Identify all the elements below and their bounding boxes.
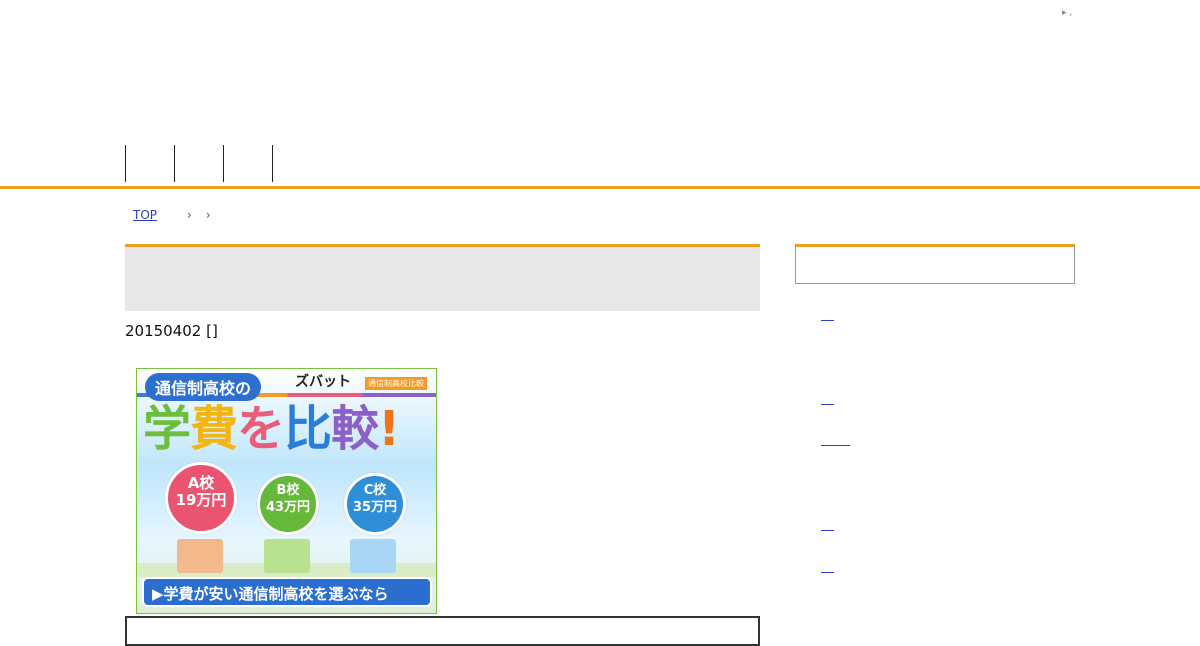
sidebar-link[interactable] xyxy=(821,404,834,405)
bubble-amount: 43万円 xyxy=(265,500,311,515)
headline-char: 学 xyxy=(143,401,191,457)
top-marker: ▸ , xyxy=(1062,8,1073,18)
headline-char: 較 xyxy=(331,401,379,457)
bubble-school: A校 xyxy=(187,474,215,492)
breadcrumb-separator: › xyxy=(205,208,211,222)
bubble-school: B校 xyxy=(276,483,300,498)
ad-banner[interactable]: 通信制高校の ズバット 通信制高校比較 学費を比較! A校 19万円 B校 43… xyxy=(136,368,437,614)
article-date: 20150402 [] xyxy=(125,322,218,340)
price-bubble-a: A校 19万円 xyxy=(165,462,237,534)
banner-cta-button[interactable]: ▶学費が安い通信制高校を選ぶなら xyxy=(142,577,432,607)
headline-char: ! xyxy=(378,401,400,457)
banner-headline: 学費を比較! xyxy=(143,401,400,457)
breadcrumb-home-link[interactable]: TOP xyxy=(125,208,177,222)
breadcrumb-separator: › xyxy=(187,208,192,222)
bubble-amount: 19万円 xyxy=(175,491,227,509)
school-building-icon xyxy=(264,539,310,573)
sidebar-link[interactable] xyxy=(821,530,834,531)
headline-char: を xyxy=(237,401,285,457)
headline-char: 費 xyxy=(190,401,238,457)
nav-item-1[interactable] xyxy=(125,145,174,182)
article-title-box xyxy=(125,244,760,311)
headline-char: 比 xyxy=(284,401,332,457)
price-bubble-c: C校 35万円 xyxy=(344,473,406,535)
sidebar-link[interactable] xyxy=(821,572,834,573)
nav-item-3[interactable] xyxy=(223,145,272,182)
breadcrumb: TOP › › xyxy=(125,208,215,222)
content-box xyxy=(125,616,760,646)
school-building-icon xyxy=(177,539,223,573)
header-divider xyxy=(0,186,1200,189)
sidebar-link[interactable] xyxy=(821,445,850,446)
banner-pill: 通信制高校の xyxy=(145,373,262,401)
sidebar-link[interactable] xyxy=(821,320,834,321)
bubble-amount: 35万円 xyxy=(352,500,398,515)
nav-item-2[interactable] xyxy=(174,145,223,182)
nav-divider xyxy=(272,145,273,182)
price-bubble-b: B校 43万円 xyxy=(257,473,319,535)
banner-brand: ズバット xyxy=(295,374,351,390)
sidebar-header-box xyxy=(795,244,1075,284)
bubble-school: C校 xyxy=(363,483,387,498)
banner-brand-tag: 通信制高校比較 xyxy=(365,377,427,390)
main-nav xyxy=(125,145,273,182)
school-building-icon xyxy=(350,539,396,573)
